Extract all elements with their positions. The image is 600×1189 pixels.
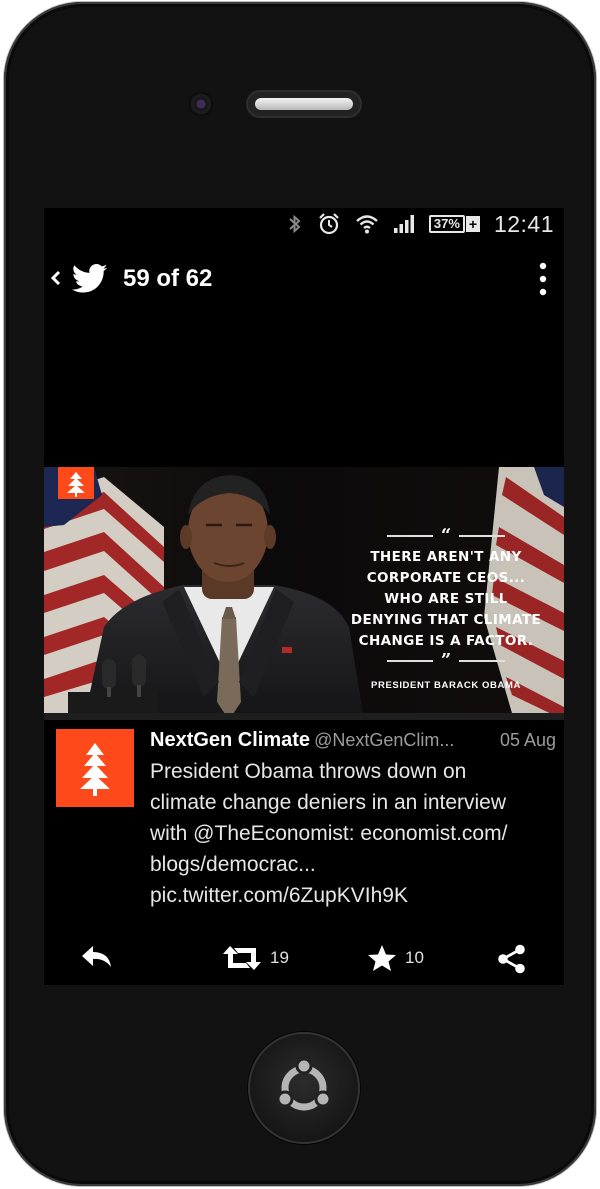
quote-open-mark: “ <box>440 525 452 546</box>
author-name[interactable]: NextGen Climate <box>150 729 310 751</box>
bluetooth-icon <box>289 214 301 234</box>
nextgen-tree-icon <box>80 743 110 796</box>
battery-icon: 37% + <box>428 215 480 233</box>
status-bar: 37% + 12:41 <box>44 208 564 238</box>
retweet-button[interactable]: 19 <box>222 944 289 972</box>
retweet-icon <box>223 946 261 970</box>
signal-icon <box>393 215 414 233</box>
tweet-date: 05 Aug <box>493 726 556 754</box>
star-icon <box>368 945 396 971</box>
quote-rule-top: “ <box>336 527 556 545</box>
tweet-text[interactable]: President Obama throws down on climate c… <box>150 756 558 911</box>
earpiece-speaker <box>246 90 362 118</box>
tweet-body: NextGen Climate @NextGenClim... 05 Aug Pr… <box>150 726 560 911</box>
phone-frame: 37% + 12:41 59 of 62 “ THERE AREN'T ANY … <box>4 2 596 1186</box>
ubuntu-logo-icon <box>276 1057 332 1111</box>
quote-rule-bottom: ” <box>336 652 556 670</box>
share-icon <box>498 944 525 974</box>
charging-indicator: + <box>465 216 480 232</box>
status-clock: 12:41 <box>493 210 554 237</box>
reply-icon <box>82 946 111 967</box>
avatar[interactable] <box>56 729 134 807</box>
status-icons: 37% + 12:41 <box>287 210 554 238</box>
reply-button[interactable] <box>80 944 114 970</box>
share-button[interactable] <box>497 944 527 974</box>
quote-attribution: PRESIDENT BARACK OBAMA <box>371 680 521 691</box>
quote-close-mark: ” <box>440 650 452 671</box>
tweet-counter: 59 of 62 <box>123 265 213 292</box>
battery-level: 37% <box>428 215 465 233</box>
alarm-icon <box>319 213 339 235</box>
back-icon[interactable] <box>48 266 64 290</box>
media-logo-badge <box>58 467 94 499</box>
front-camera <box>189 92 213 116</box>
quote-text: There aren't any corporate CEOs... who a… <box>350 549 542 649</box>
wifi-icon <box>356 215 378 234</box>
overflow-menu-icon[interactable] <box>538 262 548 296</box>
app-header: 59 of 62 <box>44 248 564 310</box>
home-button[interactable] <box>248 1032 360 1144</box>
media-quote: “ There aren't any corporate CEOs... who… <box>336 527 556 692</box>
tweet-header: NextGen Climate @NextGenClim... 05 Aug <box>150 726 560 754</box>
twitter-bird-icon <box>72 264 108 293</box>
author-handle[interactable]: @NextGenClim... <box>314 730 454 750</box>
tweet-media-image[interactable]: “ There aren't any corporate CEOs... who… <box>44 467 564 720</box>
favorite-button[interactable]: 10 <box>367 944 424 972</box>
retweet-count: 19 <box>270 948 289 967</box>
screen: 37% + 12:41 59 of 62 “ THERE AREN'T ANY … <box>44 208 564 985</box>
favorite-count: 10 <box>405 948 424 967</box>
tweet-actions: 19 10 <box>44 938 564 982</box>
